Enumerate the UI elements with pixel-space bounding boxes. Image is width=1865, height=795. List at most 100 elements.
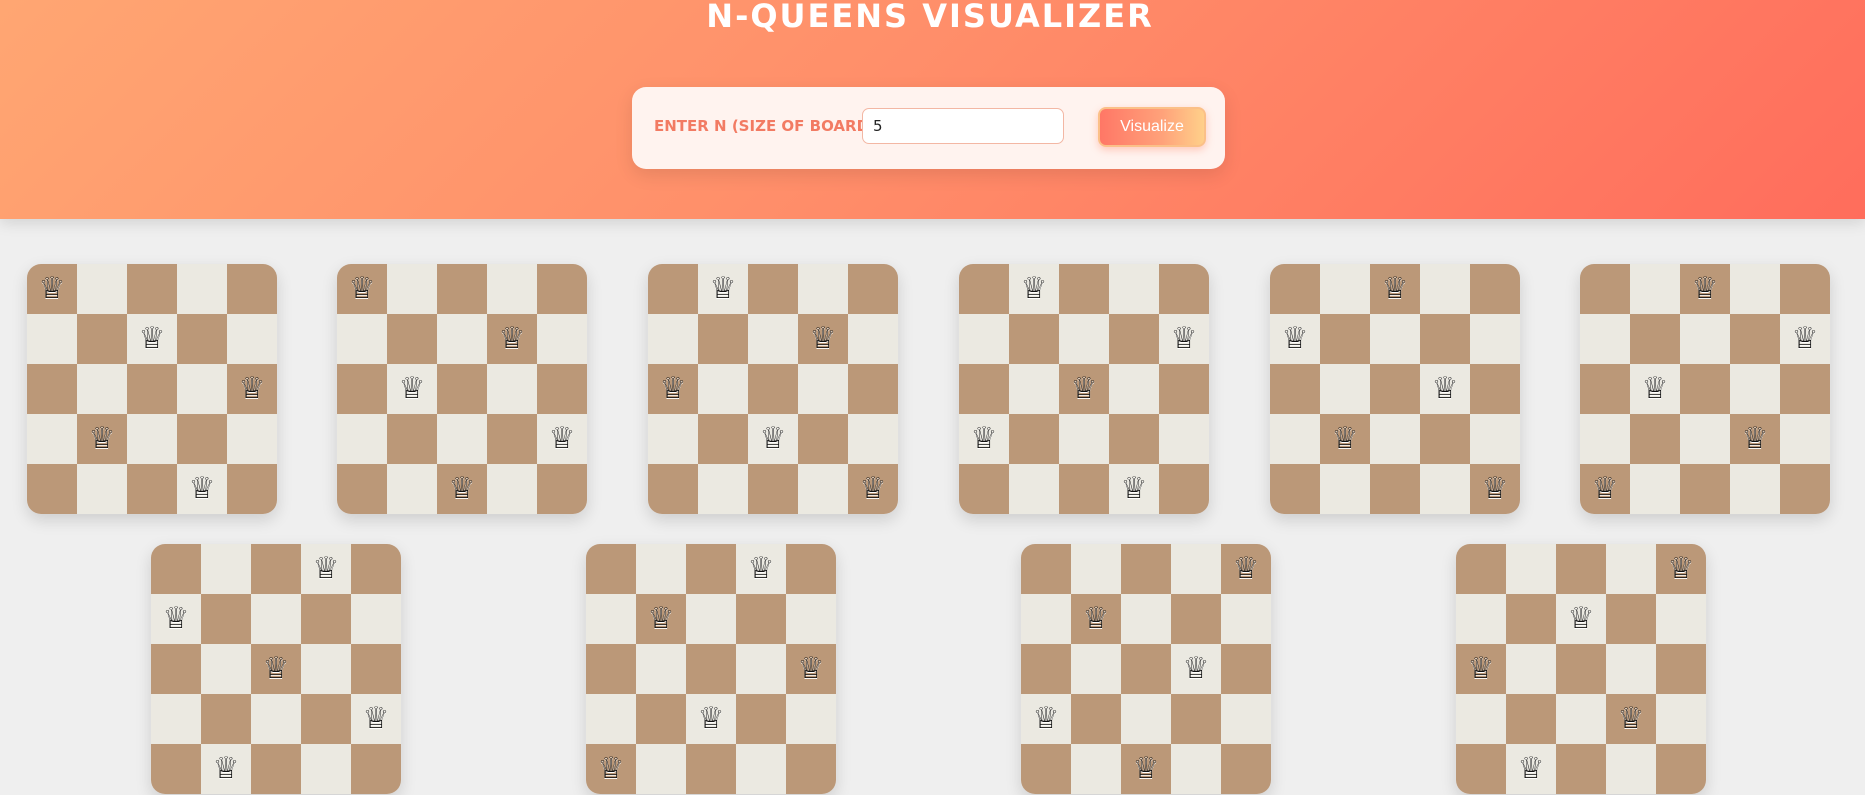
board-square [1171, 694, 1221, 744]
queen-icon: ♕ [1617, 701, 1645, 736]
board-square [686, 744, 736, 794]
board-square [1730, 464, 1780, 514]
board-square: ♕ [1730, 414, 1780, 464]
board-square [1270, 364, 1320, 414]
board-square: ♕ [1021, 694, 1071, 744]
board-square [537, 264, 587, 314]
board-square: ♕ [387, 364, 437, 414]
board-square [387, 264, 437, 314]
board-square [1159, 414, 1209, 464]
queen-icon: ♕ [362, 701, 390, 736]
queen-icon: ♕ [498, 321, 526, 356]
queen-icon: ♕ [1567, 601, 1595, 636]
queen-icon: ♕ [1641, 371, 1669, 406]
board-square [648, 464, 698, 514]
board-square [698, 464, 748, 514]
solution-board: ♕ ♕ ♕ ♕ ♕ [27, 264, 277, 514]
board-square: ♕ [77, 414, 127, 464]
board-square [786, 694, 836, 744]
board-square: ♕ [586, 744, 636, 794]
board-square [177, 414, 227, 464]
board-square [1456, 694, 1506, 744]
board-square: ♕ [1370, 264, 1420, 314]
board-square [736, 644, 786, 694]
board-square: ♕ [1680, 264, 1730, 314]
board-square [27, 314, 77, 364]
board-square [387, 414, 437, 464]
board-square [1580, 264, 1630, 314]
board-square [736, 594, 786, 644]
board-square [1071, 694, 1121, 744]
board-square [1420, 264, 1470, 314]
board-square [636, 544, 686, 594]
board-square [1370, 464, 1420, 514]
board-square [127, 414, 177, 464]
board-square [1470, 314, 1520, 364]
board-square [537, 364, 587, 414]
board-square [1059, 414, 1109, 464]
board-square [77, 364, 127, 414]
board-square [1780, 464, 1830, 514]
board-square [127, 464, 177, 514]
queen-icon: ♕ [312, 551, 340, 586]
queen-icon: ♕ [212, 751, 240, 786]
board-square [698, 414, 748, 464]
board-square [1780, 264, 1830, 314]
board-square [1630, 464, 1680, 514]
board-square [1009, 464, 1059, 514]
board-square [959, 264, 1009, 314]
board-square [1580, 314, 1630, 364]
queen-icon: ♕ [1281, 321, 1309, 356]
board-square: ♕ [1456, 644, 1506, 694]
board-square [1009, 414, 1059, 464]
queen-icon: ♕ [1132, 751, 1160, 786]
board-square: ♕ [686, 694, 736, 744]
board-square [1556, 544, 1606, 594]
queen-icon: ♕ [188, 471, 216, 506]
board-square: ♕ [848, 464, 898, 514]
board-square [351, 594, 401, 644]
board-square [1680, 314, 1730, 364]
board-square [537, 314, 587, 364]
board-square: ♕ [748, 414, 798, 464]
n-input[interactable] [862, 108, 1064, 144]
board-square [586, 694, 636, 744]
board-square [1606, 644, 1656, 694]
board-square: ♕ [537, 414, 587, 464]
board-square [748, 464, 798, 514]
board-square [1320, 264, 1370, 314]
board-square [1009, 364, 1059, 414]
board-square [636, 644, 686, 694]
board-square [201, 644, 251, 694]
board-square [77, 264, 127, 314]
solutions-area: ♕ ♕ ♕ ♕ ♕ ♕ ♕ ♕ ♕ ♕ ♕ ♕ ♕ ♕ ♕ ♕ ♕ ♕ ♕ ♕ ♕ ♕ ♕ ♕ ♕ ♕ ♕ ♕ ♕ ♕ ♕ ♕ ♕ ♕ ♕ ♕ ♕ ♕ ♕ ♕… [0, 219, 1865, 795]
board-square [1059, 264, 1109, 314]
solution-board: ♕ ♕ ♕ ♕ ♕ [1021, 544, 1271, 794]
board-square [1021, 594, 1071, 644]
queen-icon: ♕ [38, 271, 66, 306]
board-square [227, 264, 277, 314]
board-square [1109, 364, 1159, 414]
queen-icon: ♕ [970, 421, 998, 456]
board-square [1506, 644, 1556, 694]
board-square [1630, 264, 1680, 314]
visualize-button[interactable]: Visualize [1098, 107, 1206, 147]
board-square [1780, 364, 1830, 414]
queen-icon: ♕ [262, 651, 290, 686]
board-square [227, 464, 277, 514]
queen-icon: ♕ [1020, 271, 1048, 306]
board-square [786, 544, 836, 594]
board-square [1071, 744, 1121, 794]
board-square: ♕ [1470, 464, 1520, 514]
board-square [1071, 544, 1121, 594]
queen-icon: ♕ [1467, 651, 1495, 686]
board-square [1320, 464, 1370, 514]
board-square [1730, 264, 1780, 314]
board-square [227, 314, 277, 364]
board-square: ♕ [636, 594, 686, 644]
board-square [1159, 264, 1209, 314]
board-square [1270, 414, 1320, 464]
board-square [1159, 464, 1209, 514]
board-square [301, 594, 351, 644]
board-square [848, 264, 898, 314]
